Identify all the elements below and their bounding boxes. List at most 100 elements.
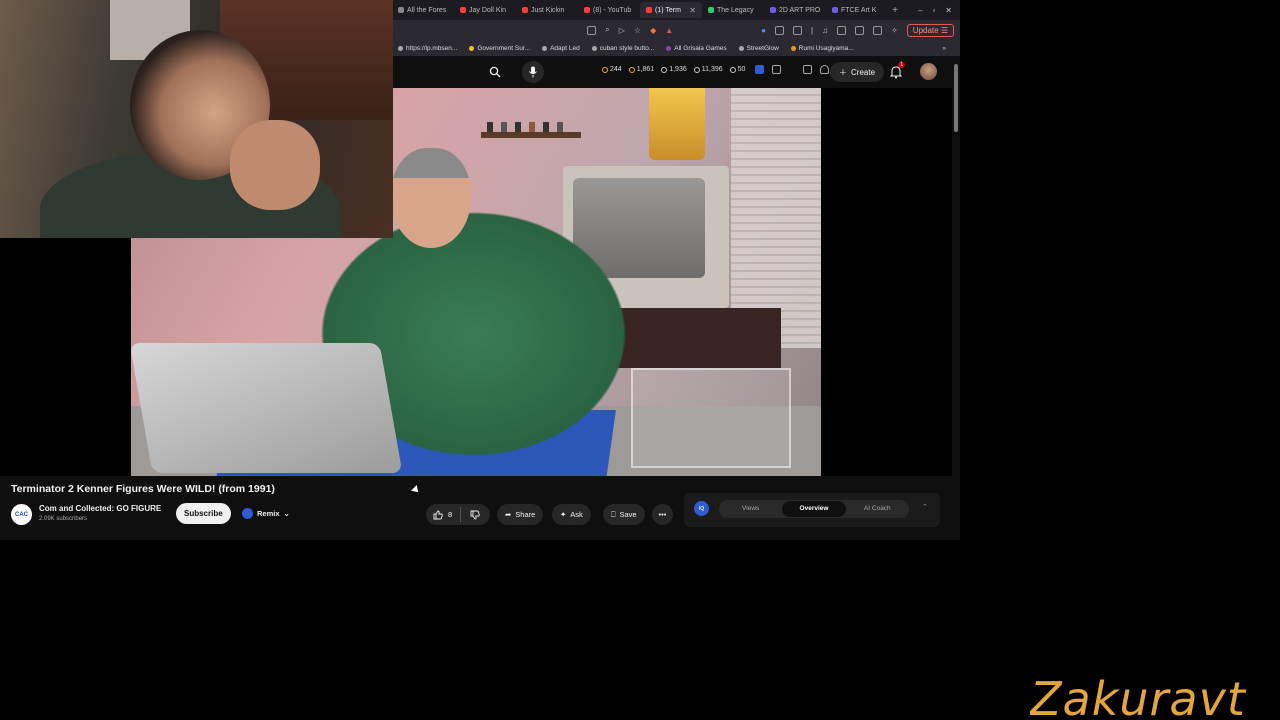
ask-button[interactable]: ✦ Ask <box>552 504 591 525</box>
bookmark-item[interactable]: All Grisaia Games <box>666 45 727 52</box>
trophy-icon[interactable] <box>803 65 812 74</box>
remix-icon <box>242 508 253 519</box>
voice-search-button[interactable] <box>522 61 544 83</box>
minimize-icon[interactable]: – <box>918 6 922 15</box>
extensions-icon[interactable] <box>873 25 883 35</box>
header-extension-icons <box>755 65 829 74</box>
tab-views[interactable]: Views <box>719 501 782 517</box>
stat-item: 244 <box>602 66 622 73</box>
bookmark-favicon-icon <box>790 45 796 51</box>
stat-item: 11,396 <box>693 66 723 73</box>
dislike-button[interactable] <box>465 510 480 520</box>
bookmark-item[interactable]: Government Sur... <box>469 45 530 52</box>
vidiq-icon[interactable] <box>755 65 764 74</box>
sidebar-icon[interactable] <box>837 25 847 35</box>
like-dislike-group: 8 <box>426 504 490 525</box>
separator: | <box>811 25 814 35</box>
tab-favicon-icon <box>708 7 714 13</box>
more-bookmarks-icon[interactable]: » <box>942 45 960 52</box>
window-controls: – ▫ ✕ <box>918 6 960 15</box>
browser-tab[interactable]: Jay Doll Kin <box>454 2 516 18</box>
create-button[interactable]: ＋ Create <box>830 62 885 82</box>
share-arrow-icon: ➦ <box>505 510 512 519</box>
bookmark-star-icon[interactable]: ☆ <box>634 26 641 35</box>
stat-item: 1,936 <box>661 66 687 73</box>
extension-icon[interactable] <box>775 25 785 35</box>
channel-avatar[interactable]: CAC <box>11 504 32 525</box>
sparkle-icon: ✦ <box>560 510 567 519</box>
person-icon <box>729 66 736 73</box>
tab-ai-coach[interactable]: AI Coach <box>846 501 909 517</box>
extension-icon[interactable]: ● <box>761 26 766 35</box>
thumbs-up-icon <box>433 510 443 519</box>
music-icon[interactable]: ♫ <box>822 26 828 35</box>
bookmark-item[interactable]: cuban style butto... <box>591 45 654 52</box>
close-tab-icon[interactable]: ✕ <box>689 6 696 15</box>
plus-icon: ＋ <box>839 67 847 77</box>
share-button[interactable]: ➦ Share <box>497 504 544 525</box>
browser-tab-active[interactable]: (1) Term ✕ <box>640 2 702 18</box>
bookmark-item[interactable]: Rumi Usagiyama... <box>790 45 854 52</box>
rewards-icon[interactable]: ▲ <box>665 26 673 35</box>
bookmark-item[interactable]: https://lp.mbsen... <box>398 45 457 52</box>
screen-icon[interactable] <box>587 25 597 35</box>
globe-icon <box>398 45 403 51</box>
bookmark-icon: ⎕ <box>611 509 616 519</box>
scrollbar-thumb[interactable] <box>954 64 958 132</box>
browser-tab[interactable]: All the Fores <box>392 2 454 18</box>
stat-item: 1,861 <box>628 66 654 73</box>
more-dots-icon: ••• <box>658 510 667 519</box>
extension-icon[interactable] <box>793 25 803 35</box>
zoom-icon[interactable]: ⌕ <box>605 25 609 35</box>
tab-favicon-icon <box>398 7 404 13</box>
browser-window: All the Fores Jay Doll Kin Just Kickin (… <box>0 0 960 540</box>
save-button[interactable]: ⎕ Save <box>603 504 645 525</box>
maximize-icon[interactable]: ▫ <box>932 6 935 15</box>
bookmark-item[interactable]: StreetGlow <box>738 45 779 52</box>
bookmark-favicon-icon <box>591 45 597 51</box>
brave-shield-icon[interactable]: ◆ <box>650 26 656 35</box>
bookmark-favicon-icon <box>469 45 475 51</box>
vidiq-logo-icon: IQ <box>694 501 709 516</box>
leo-icon[interactable]: ✧ <box>891 26 898 35</box>
subscribe-button[interactable]: Subscribe <box>176 503 231 524</box>
notification-count-badge: 1 <box>898 62 906 68</box>
notification-bell-icon[interactable] <box>820 65 829 74</box>
channel-name[interactable]: Com and Collected: GO FIGURE <box>39 504 161 513</box>
more-actions-button[interactable]: ••• <box>652 504 673 525</box>
browser-tab[interactable]: 2D ART PRO <box>764 2 826 18</box>
youtube-icon <box>646 7 652 13</box>
laptop <box>131 343 403 473</box>
chevron-up-icon[interactable]: ⌃ <box>922 503 928 511</box>
youtube-icon <box>584 7 590 13</box>
play-icon[interactable]: ▷ <box>619 26 625 35</box>
avatar[interactable] <box>920 63 937 80</box>
bookmark-item[interactable]: Adapt Led <box>542 45 580 52</box>
chevron-down-icon: ⌄ <box>283 509 290 518</box>
close-window-icon[interactable]: ✕ <box>945 6 952 15</box>
new-tab-icon[interactable]: + <box>888 5 902 16</box>
remix-button[interactable]: Remix ⌄ <box>237 504 295 523</box>
browser-tab[interactable]: FTCE Art K <box>826 2 888 18</box>
browser-tab[interactable]: (8) - YouTub <box>578 2 640 18</box>
toy-shelf <box>481 108 581 138</box>
lamp <box>649 88 705 160</box>
like-button[interactable]: 8 <box>426 507 462 522</box>
tab-favicon-icon <box>770 7 776 13</box>
page-scrollbar[interactable] <box>952 56 960 540</box>
youtube-icon <box>460 7 466 13</box>
microphone-icon <box>529 66 537 78</box>
browser-tab[interactable]: Just Kickin <box>516 2 578 18</box>
wallet-icon[interactable] <box>855 25 865 35</box>
tab-overview[interactable]: Overview <box>782 501 846 517</box>
clock-icon <box>628 66 635 73</box>
stat-item: 50 <box>729 66 745 73</box>
screen: All the Fores Jay Doll Kin Just Kickin (… <box>0 0 1280 720</box>
list-icon[interactable] <box>772 65 781 74</box>
search-button[interactable] <box>485 63 505 81</box>
bookmark-favicon-icon <box>738 45 744 51</box>
browser-tab[interactable]: The Legacy <box>702 2 764 18</box>
host-head <box>391 148 471 248</box>
vidiq-panel: IQ Views Overview AI Coach ⌃ <box>684 493 940 527</box>
update-button[interactable]: Update ☰ <box>906 23 954 37</box>
